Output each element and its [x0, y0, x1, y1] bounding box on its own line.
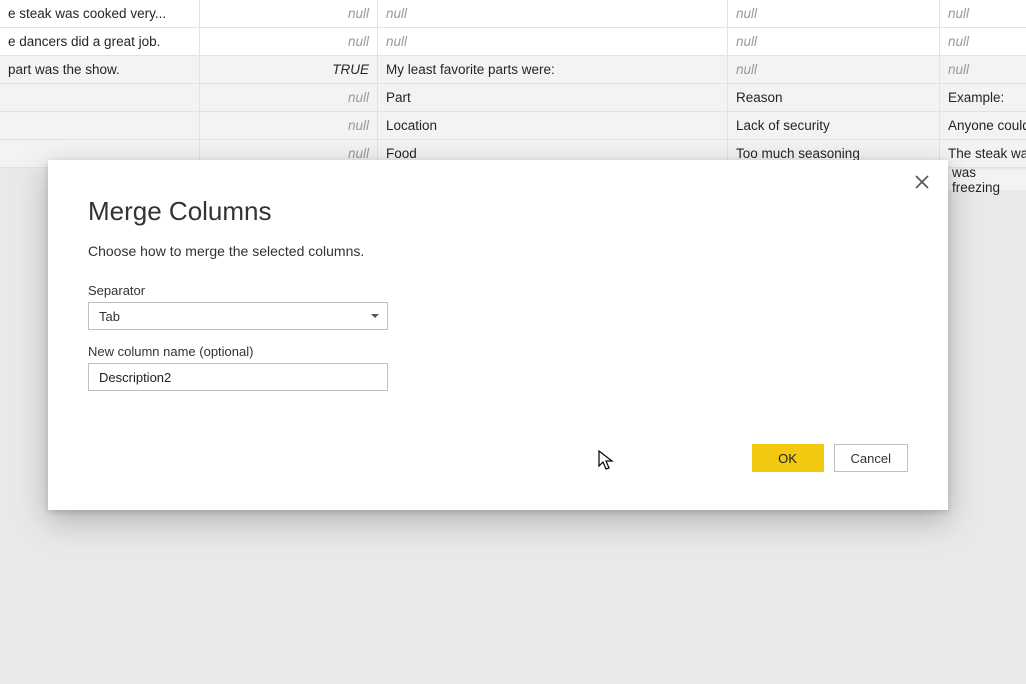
table-cell[interactable]: null: [940, 28, 1026, 56]
table-cell[interactable]: null: [378, 28, 728, 56]
ok-button[interactable]: OK: [752, 444, 824, 472]
dialog-subtitle: Choose how to merge the selected columns…: [88, 243, 908, 259]
close-button[interactable]: [910, 170, 934, 194]
table-cell[interactable]: null: [200, 112, 378, 140]
table-cell[interactable]: e dancers did a great job.: [0, 28, 200, 56]
close-icon: [915, 175, 929, 189]
table-cell[interactable]: null: [940, 0, 1026, 28]
table-cell[interactable]: null: [378, 0, 728, 28]
table-cell[interactable]: null: [728, 28, 940, 56]
table-cell[interactable]: null: [200, 0, 378, 28]
chevron-down-icon: [371, 314, 379, 318]
table-cell[interactable]: Anyone could: [940, 112, 1026, 140]
dialog-title: Merge Columns: [88, 196, 908, 227]
table-row[interactable]: nullPartReasonExample:: [0, 84, 1026, 112]
separator-value: Tab: [99, 309, 120, 324]
table-cell[interactable]: part was the show.: [0, 56, 200, 84]
table-row[interactable]: part was the show.TRUEMy least favorite …: [0, 56, 1026, 84]
table-cell[interactable]: [0, 84, 200, 112]
table-cell[interactable]: null: [200, 84, 378, 112]
separator-dropdown[interactable]: Tab: [88, 302, 388, 330]
table-cell[interactable]: Location: [378, 112, 728, 140]
table-cell[interactable]: e steak was cooked very...: [0, 0, 200, 28]
merge-columns-dialog: Merge Columns Choose how to merge the se…: [48, 160, 948, 510]
table-cell[interactable]: TRUE: [200, 56, 378, 84]
table-cell[interactable]: Part: [378, 84, 728, 112]
table-cell[interactable]: Reason: [728, 84, 940, 112]
table-cell[interactable]: null: [200, 28, 378, 56]
data-grid[interactable]: e steak was cooked very...nullnullnullnu…: [0, 0, 1026, 168]
table-row[interactable]: e steak was cooked very...nullnullnullnu…: [0, 0, 1026, 28]
table-row[interactable]: nullLocationLack of securityAnyone could: [0, 112, 1026, 140]
separator-label: Separator: [88, 283, 908, 298]
cancel-button[interactable]: Cancel: [834, 444, 908, 472]
dialog-button-row: OK Cancel: [752, 444, 908, 472]
table-cell[interactable]: [0, 112, 200, 140]
table-cell[interactable]: null: [940, 56, 1026, 84]
new-column-name-label: New column name (optional): [88, 344, 908, 359]
table-cell[interactable]: null: [728, 0, 940, 28]
table-cell[interactable]: Lack of security: [728, 112, 940, 140]
new-column-name-input[interactable]: [88, 363, 388, 391]
table-cell[interactable]: Example:: [940, 84, 1026, 112]
table-cell[interactable]: The steak wa: [940, 140, 1026, 168]
grid-overflow-text: was freezing: [948, 170, 1026, 190]
table-row[interactable]: e dancers did a great job.nullnullnullnu…: [0, 28, 1026, 56]
table-cell[interactable]: My least favorite parts were:: [378, 56, 728, 84]
table-cell[interactable]: null: [728, 56, 940, 84]
